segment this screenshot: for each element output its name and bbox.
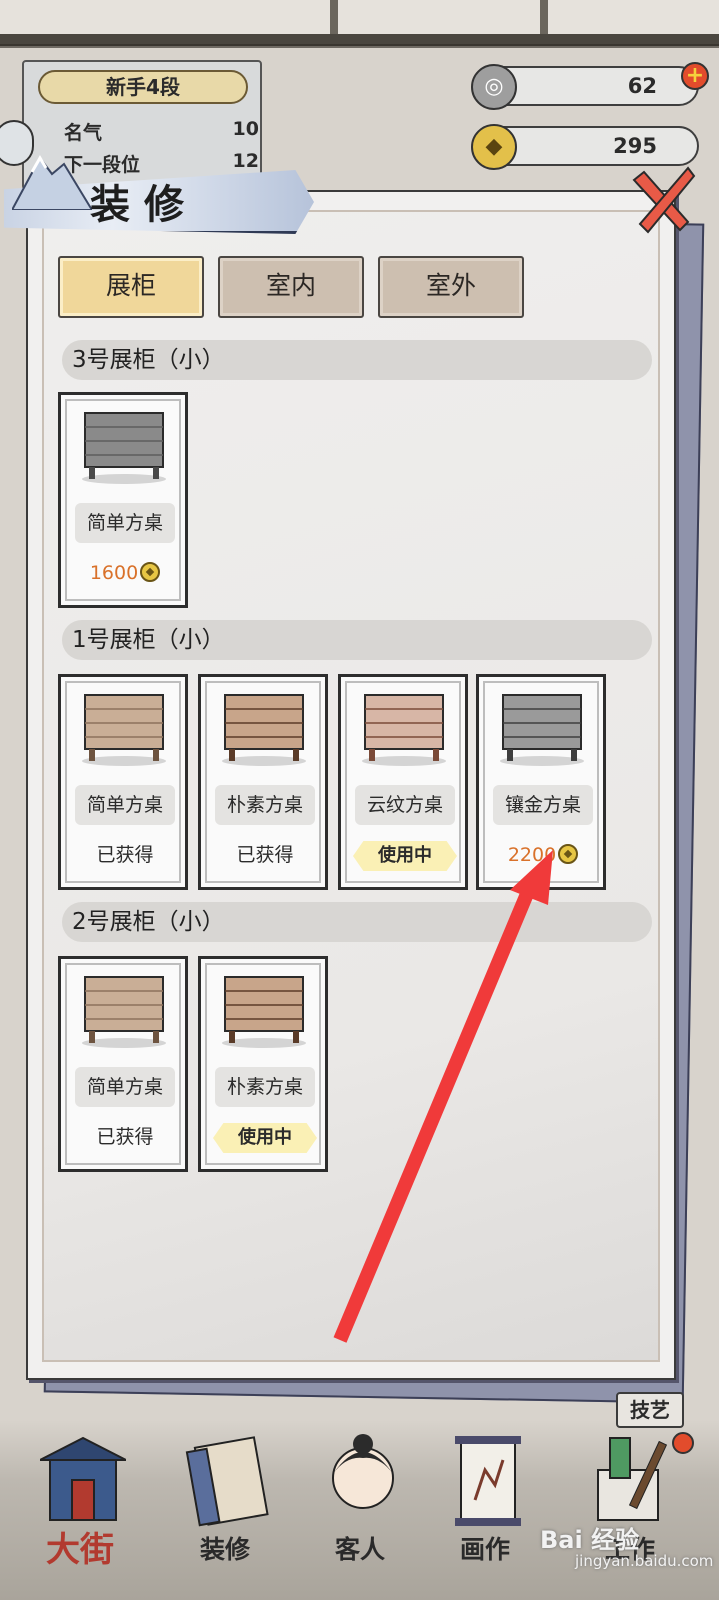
fame-label: 名气 [64,122,103,144]
item-name: 简单方桌 [75,503,175,543]
coin-amount: 295 [613,134,657,158]
scroll-painting-icon [455,1436,521,1526]
section-header-cabinet-3: 3号展柜（小） [62,340,652,380]
guest-avatar-icon [332,1434,394,1509]
owned-label: 已获得 [96,1126,154,1148]
section-header-cabinet-2: 2号展柜（小） [62,902,652,942]
close-icon[interactable] [626,160,696,240]
rank-title: 新手4段 [38,70,248,104]
jade-icon: ◎ [471,64,517,110]
table-icon [82,412,166,484]
item-card[interactable]: 简单方桌 已获得 [58,956,188,1172]
table-icon [222,976,306,1048]
owned-label: 已获得 [236,844,294,866]
next-rank-value: 12 [232,150,259,172]
nav-decorate[interactable]: 装修 [165,1430,285,1590]
fame-value: 10 [232,118,259,140]
tab-display-cabinet[interactable]: 展柜 [58,256,204,318]
item-price[interactable]: 1600 [69,555,181,591]
fame-row: 名气 10 [64,118,259,145]
item-name: 镶金方桌 [493,785,593,825]
add-jade-icon[interactable]: + [681,62,709,90]
item-card[interactable]: 镶金方桌 2200 [476,674,606,890]
notification-dot [672,1432,694,1454]
watermark-url: jingyan.baidu.com [575,1552,714,1570]
item-name: 朴素方桌 [215,785,315,825]
nav-paintings-label: 画作 [459,1535,510,1564]
table-icon [500,694,584,766]
ink-tools-icon [597,1437,668,1521]
nav-street[interactable]: 大街 [20,1430,140,1590]
in-use-badge: 使用中 [353,841,457,871]
in-use-badge: 使用中 [213,1123,317,1153]
coin-icon [140,562,161,582]
book-icon [185,1436,269,1527]
coin-icon: ◆ [471,124,517,170]
item-card[interactable]: 朴素方桌 使用中 [198,956,328,1172]
nav-paintings[interactable]: 画作 [425,1430,545,1590]
ceiling-beam [0,0,719,46]
table-icon [82,694,166,766]
price-value: 2200 [507,844,557,866]
table-icon [362,694,446,766]
item-card[interactable]: 朴素方桌 已获得 [198,674,328,890]
mountain-icon [12,155,92,210]
nav-guests[interactable]: 客人 [300,1430,420,1590]
table-icon [82,976,166,1048]
item-price[interactable]: 2200 [487,837,599,873]
tab-outdoor[interactable]: 室外 [378,256,524,318]
jade-amount: 62 [627,74,657,98]
price-value: 1600 [89,562,139,584]
item-name: 朴素方桌 [215,1067,315,1107]
nav-guests-label: 客人 [334,1535,385,1564]
section-header-cabinet-1: 1号展柜（小） [62,620,652,660]
item-card[interactable]: 云纹方桌 使用中 [338,674,468,890]
nav-street-label: 大街 [46,1530,114,1570]
dialog-title: 装修 [90,182,198,228]
skill-button[interactable]: 技艺 [616,1392,684,1428]
watermark-brand: Bai 经验 [540,1526,640,1554]
tab-indoor[interactable]: 室内 [218,256,364,318]
nav-decorate-label: 装修 [199,1535,250,1564]
item-card[interactable]: 简单方桌 1600 [58,392,188,608]
jade-currency-bar: ◎ 62 + [471,62,709,110]
item-name: 简单方桌 [75,785,175,825]
coin-icon [558,844,579,864]
item-card[interactable]: 简单方桌 已获得 [58,674,188,890]
table-icon [222,694,306,766]
owned-label: 已获得 [96,844,154,866]
item-name: 云纹方桌 [355,785,455,825]
item-name: 简单方桌 [75,1067,175,1107]
gate-icon [40,1436,126,1521]
